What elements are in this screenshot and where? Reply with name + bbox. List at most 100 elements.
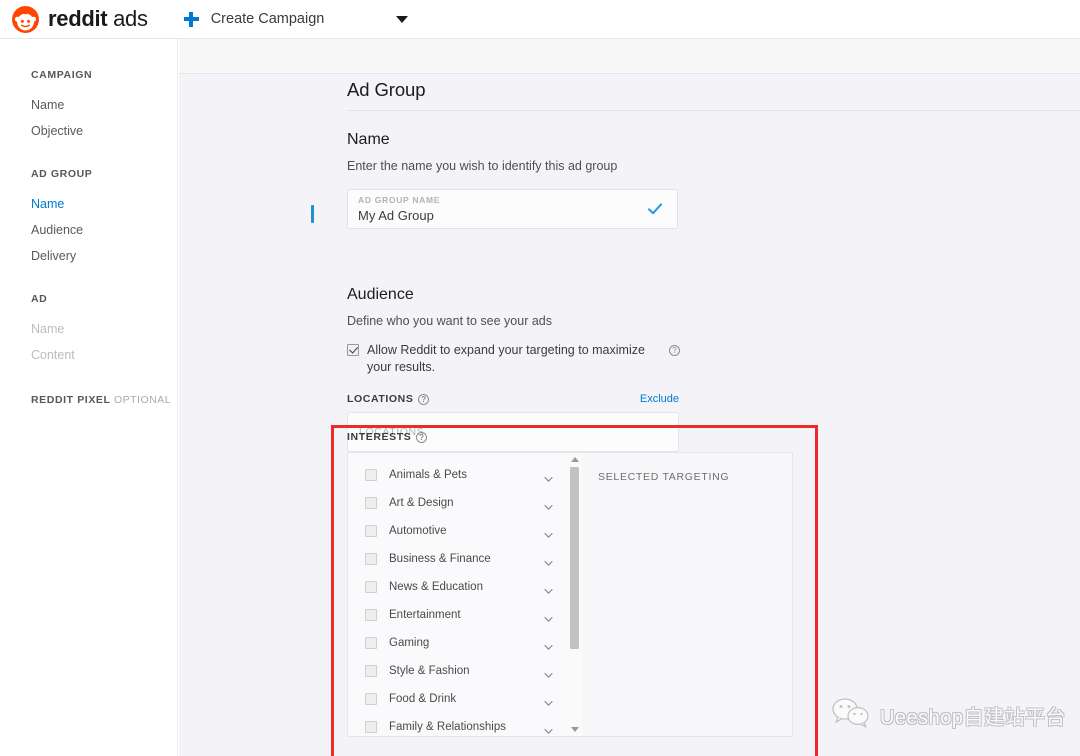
ad-group-name-input[interactable]: AD GROUP NAME My Ad Group bbox=[347, 189, 678, 229]
reddit-alien-logo bbox=[12, 5, 39, 33]
chevron-down-icon[interactable] bbox=[396, 15, 409, 23]
interests-picker: Animals & Pets Art & Design Automotive B… bbox=[347, 452, 793, 737]
sidebar-item-campaign-name[interactable]: Name bbox=[0, 92, 177, 118]
interest-checkbox[interactable] bbox=[365, 525, 377, 537]
interest-label: Food & Drink bbox=[389, 693, 457, 705]
interest-checkbox[interactable] bbox=[365, 665, 377, 677]
brand-light-text: ads bbox=[107, 6, 148, 31]
sidebar-heading-ad: AD bbox=[31, 293, 48, 305]
selected-targeting-panel: SELECTED TARGETING bbox=[582, 452, 793, 737]
list-item[interactable]: Animals & Pets bbox=[348, 461, 567, 489]
page-scroll-indicator[interactable] bbox=[311, 205, 314, 223]
interest-label: Entertainment bbox=[389, 609, 461, 621]
help-icon[interactable] bbox=[669, 345, 680, 356]
interest-checkbox[interactable] bbox=[365, 469, 377, 481]
sidebar-item-ad-group-delivery[interactable]: Delivery bbox=[0, 243, 177, 269]
sidebar-group-campaign: CAMPAIGN Name Objective bbox=[0, 69, 177, 144]
list-item[interactable]: Entertainment bbox=[348, 601, 567, 629]
sidebar-group-ad: AD Name Content bbox=[0, 293, 177, 368]
interest-checkbox[interactable] bbox=[365, 637, 377, 649]
chevron-down-icon[interactable] bbox=[544, 583, 553, 594]
reddit-pixel-text: REDDIT PIXEL bbox=[31, 394, 111, 406]
list-item[interactable]: Style & Fashion bbox=[348, 657, 567, 685]
list-item[interactable]: Automotive bbox=[348, 517, 567, 545]
ad-group-name-value: My Ad Group bbox=[358, 208, 434, 223]
content-area: Ad Group Name Enter the name you wish to… bbox=[179, 39, 1080, 756]
list-item[interactable]: Gaming bbox=[348, 629, 567, 657]
help-icon[interactable] bbox=[418, 393, 430, 405]
locations-label: LOCATIONS bbox=[347, 393, 414, 405]
list-item[interactable]: Business & Finance bbox=[348, 545, 567, 573]
sidebar-group-ad-group: AD GROUP Name Audience Delivery bbox=[0, 168, 177, 269]
chevron-down-icon[interactable] bbox=[544, 555, 553, 566]
check-icon bbox=[647, 201, 663, 217]
brand-wordmark: reddit ads bbox=[48, 6, 148, 32]
interest-label: Art & Design bbox=[389, 497, 454, 509]
sidebar-item-ad-group-audience[interactable]: Audience bbox=[0, 217, 177, 243]
sidebar: CAMPAIGN Name Objective AD GROUP Name Au… bbox=[0, 39, 178, 756]
interest-label: Animals & Pets bbox=[389, 469, 467, 481]
locations-label-group: LOCATIONS bbox=[347, 393, 430, 405]
create-campaign-label: Create Campaign bbox=[210, 11, 325, 27]
exclude-link[interactable]: Exclude bbox=[640, 393, 679, 405]
list-item[interactable]: Family & Relationships bbox=[348, 713, 567, 736]
sidebar-group-reddit-pixel: REDDIT PIXEL OPTIONAL bbox=[0, 394, 177, 406]
content-header-strip bbox=[179, 39, 1080, 74]
sidebar-heading-campaign: CAMPAIGN bbox=[31, 69, 93, 81]
selected-targeting-label: SELECTED TARGETING bbox=[598, 471, 730, 483]
interest-checkbox[interactable] bbox=[365, 497, 377, 509]
expand-targeting-checkbox[interactable] bbox=[347, 344, 359, 356]
interests-section: INTERESTS Animals & Pets Art & Design Au… bbox=[347, 431, 793, 737]
audience-section: Audience Define who you want to see your… bbox=[347, 286, 680, 452]
chevron-down-icon[interactable] bbox=[544, 639, 553, 650]
chevron-down-icon[interactable] bbox=[544, 611, 553, 622]
interest-label: News & Education bbox=[389, 581, 483, 593]
interest-checkbox[interactable] bbox=[365, 721, 377, 733]
interest-checkbox[interactable] bbox=[365, 693, 377, 705]
locations-header: LOCATIONS Exclude bbox=[347, 393, 679, 405]
reddit-pixel-optional-text: OPTIONAL bbox=[110, 394, 172, 406]
interests-header: INTERESTS bbox=[347, 431, 793, 443]
help-icon[interactable] bbox=[416, 431, 428, 443]
brand-bold-text: reddit bbox=[48, 6, 108, 31]
create-campaign-button[interactable]: Create Campaign bbox=[183, 11, 325, 27]
chevron-down-icon[interactable] bbox=[544, 723, 553, 734]
triangle-down-icon[interactable] bbox=[570, 727, 579, 732]
sidebar-heading-reddit-pixel: REDDIT PIXEL OPTIONAL bbox=[0, 394, 177, 406]
ad-group-name-label: AD GROUP NAME bbox=[358, 195, 441, 205]
interest-checkbox[interactable] bbox=[365, 609, 377, 621]
list-item[interactable]: Art & Design bbox=[348, 489, 567, 517]
interest-label: Gaming bbox=[389, 637, 430, 649]
sidebar-item-ad-group-name[interactable]: Name bbox=[0, 191, 177, 217]
chevron-down-icon[interactable] bbox=[544, 499, 553, 510]
plus-icon bbox=[183, 11, 199, 27]
page-title: Ad Group bbox=[347, 79, 426, 100]
list-item[interactable]: Food & Drink bbox=[348, 685, 567, 713]
interest-label: Style & Fashion bbox=[389, 665, 470, 677]
interests-label: INTERESTS bbox=[347, 431, 412, 443]
interest-label: Family & Relationships bbox=[389, 721, 506, 733]
sidebar-item-campaign-objective[interactable]: Objective bbox=[0, 118, 177, 144]
brand-logo[interactable]: reddit ads bbox=[12, 5, 148, 33]
chevron-down-icon[interactable] bbox=[544, 527, 553, 538]
name-section-subtitle: Enter the name you wish to identify this… bbox=[347, 159, 618, 173]
list-item[interactable]: News & Education bbox=[348, 573, 567, 601]
interests-scrollbar[interactable] bbox=[567, 452, 582, 737]
chevron-down-icon[interactable] bbox=[544, 471, 553, 482]
audience-section-subtitle: Define who you want to see your ads bbox=[347, 314, 552, 328]
sidebar-item-ad-content: Content bbox=[31, 348, 75, 362]
chevron-down-icon[interactable] bbox=[544, 667, 553, 678]
sidebar-item-ad-name: Name bbox=[31, 322, 65, 336]
expand-targeting-label: Allow Reddit to expand your targeting to… bbox=[367, 343, 645, 374]
triangle-up-icon[interactable] bbox=[570, 457, 579, 462]
name-section: Name Enter the name you wish to identify… bbox=[347, 131, 678, 229]
interest-checkbox[interactable] bbox=[365, 581, 377, 593]
interests-list[interactable]: Animals & Pets Art & Design Automotive B… bbox=[347, 452, 567, 737]
scrollbar-thumb[interactable] bbox=[570, 467, 579, 649]
interest-label: Automotive bbox=[389, 525, 447, 537]
interest-label: Business & Finance bbox=[389, 553, 491, 565]
audience-section-title: Audience bbox=[347, 286, 414, 303]
chevron-down-icon[interactable] bbox=[544, 695, 553, 706]
name-section-title: Name bbox=[347, 131, 390, 148]
interest-checkbox[interactable] bbox=[365, 553, 377, 565]
